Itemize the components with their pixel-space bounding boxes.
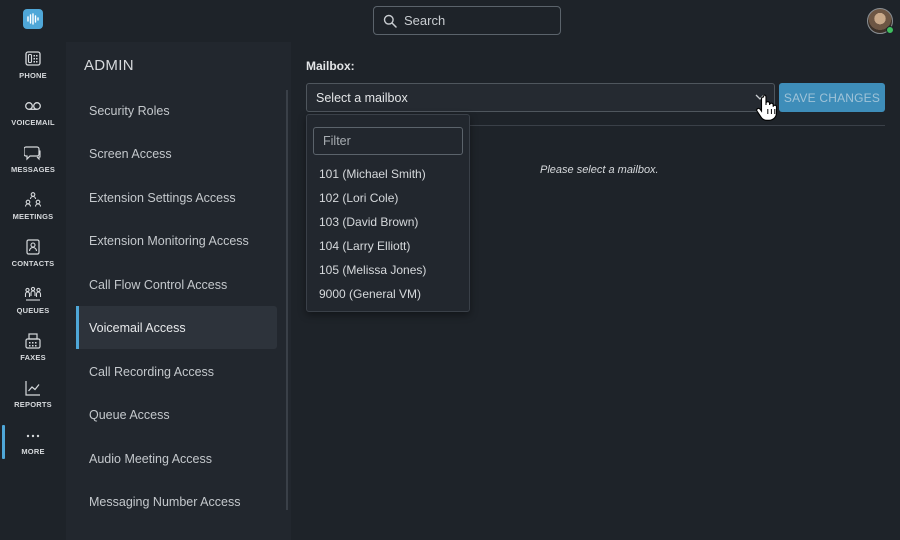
reports-icon — [25, 381, 40, 396]
rail-item-queues[interactable]: QUEUES — [0, 282, 66, 328]
app-logo-icon[interactable] — [23, 9, 43, 29]
mailbox-select-value: Select a mailbox — [316, 90, 408, 105]
rail-item-faxes[interactable]: FAXES — [0, 329, 66, 375]
rail-label: MEETINGS — [12, 212, 54, 221]
menu-item-extension-monitoring-access[interactable]: Extension Monitoring Access — [76, 219, 277, 262]
voicemail-icon — [25, 102, 41, 110]
rail-label: REPORTS — [14, 400, 52, 409]
faxes-icon — [25, 333, 41, 349]
mailbox-option[interactable]: 102 (Lori Cole) — [319, 188, 398, 208]
mailbox-select[interactable]: Select a mailbox — [306, 83, 775, 112]
mailbox-option[interactable]: 104 (Larry Elliott) — [319, 236, 410, 256]
admin-title: ADMIN — [84, 57, 134, 74]
menu-item-security-roles[interactable]: Security Roles — [76, 89, 277, 132]
menu-item-call-recording-access[interactable]: Call Recording Access — [76, 350, 277, 393]
admin-menu-scrollbar[interactable] — [286, 90, 288, 510]
rail-item-voicemail[interactable]: VOICEMAIL — [0, 94, 66, 140]
rail-item-contacts[interactable]: CONTACTS — [0, 235, 66, 281]
rail-label: VOICEMAIL — [11, 118, 55, 127]
mailbox-option[interactable]: 103 (David Brown) — [319, 212, 418, 232]
rail-label: PHONE — [19, 71, 47, 80]
queues-icon — [24, 286, 42, 301]
menu-item-messaging-number-access[interactable]: Messaging Number Access — [76, 480, 277, 523]
rail-label: FAXES — [20, 353, 46, 362]
save-changes-button[interactable]: SAVE CHANGES — [779, 83, 885, 112]
online-status-icon — [886, 26, 894, 34]
hand-cursor-icon — [756, 94, 778, 121]
admin-menu: ADMIN Security Roles Screen Access Exten… — [66, 42, 291, 540]
menu-item-call-flow-control-access[interactable]: Call Flow Control Access — [76, 263, 277, 306]
search-input[interactable]: Search — [404, 13, 445, 28]
messages-icon — [24, 146, 41, 161]
filter-input[interactable]: Filter — [313, 127, 463, 155]
user-avatar[interactable] — [867, 8, 894, 34]
rail-item-meetings[interactable]: MEETINGS — [0, 188, 66, 234]
rail-item-messages[interactable]: MESSAGES — [0, 141, 66, 187]
rail-label: QUEUES — [16, 306, 50, 315]
menu-item-screen-access[interactable]: Screen Access — [76, 132, 277, 175]
main-content: Mailbox: Select a mailbox SAVE CHANGES P… — [291, 42, 900, 540]
menu-item-extension-settings-access[interactable]: Extension Settings Access — [76, 176, 277, 219]
phone-icon — [25, 51, 41, 66]
rail-item-phone[interactable]: PHONE — [0, 47, 66, 93]
rail-label: MESSAGES — [10, 165, 56, 174]
meetings-icon — [24, 192, 42, 207]
menu-item-queue-access[interactable]: Queue Access — [76, 393, 277, 436]
mailbox-label: Mailbox: — [306, 59, 355, 73]
rail-item-reports[interactable]: REPORTS — [0, 376, 66, 422]
mailbox-option[interactable]: 105 (Melissa Jones) — [319, 260, 426, 280]
search-box[interactable]: Search — [373, 6, 561, 35]
rail-label: CONTACTS — [11, 259, 55, 268]
mailbox-dropdown: Filter 101 (Michael Smith) 102 (Lori Col… — [306, 114, 470, 312]
rail-label: MORE — [21, 447, 45, 456]
rail-item-more[interactable]: MORE — [0, 423, 66, 469]
menu-item-audio-meeting-access[interactable]: Audio Meeting Access — [76, 437, 277, 480]
top-bar: Search — [0, 0, 900, 42]
empty-state-message: Please select a mailbox. — [540, 164, 659, 176]
search-icon — [383, 14, 397, 28]
menu-item-voicemail-access[interactable]: Voicemail Access — [76, 306, 277, 349]
contacts-icon — [26, 239, 40, 255]
nav-rail: PHONE VOICEMAIL MESSAGES MEETINGS CONTAC… — [0, 42, 66, 540]
mailbox-option[interactable]: 9000 (General VM) — [319, 284, 421, 304]
more-icon — [26, 434, 40, 438]
mailbox-option[interactable]: 101 (Michael Smith) — [319, 164, 426, 184]
